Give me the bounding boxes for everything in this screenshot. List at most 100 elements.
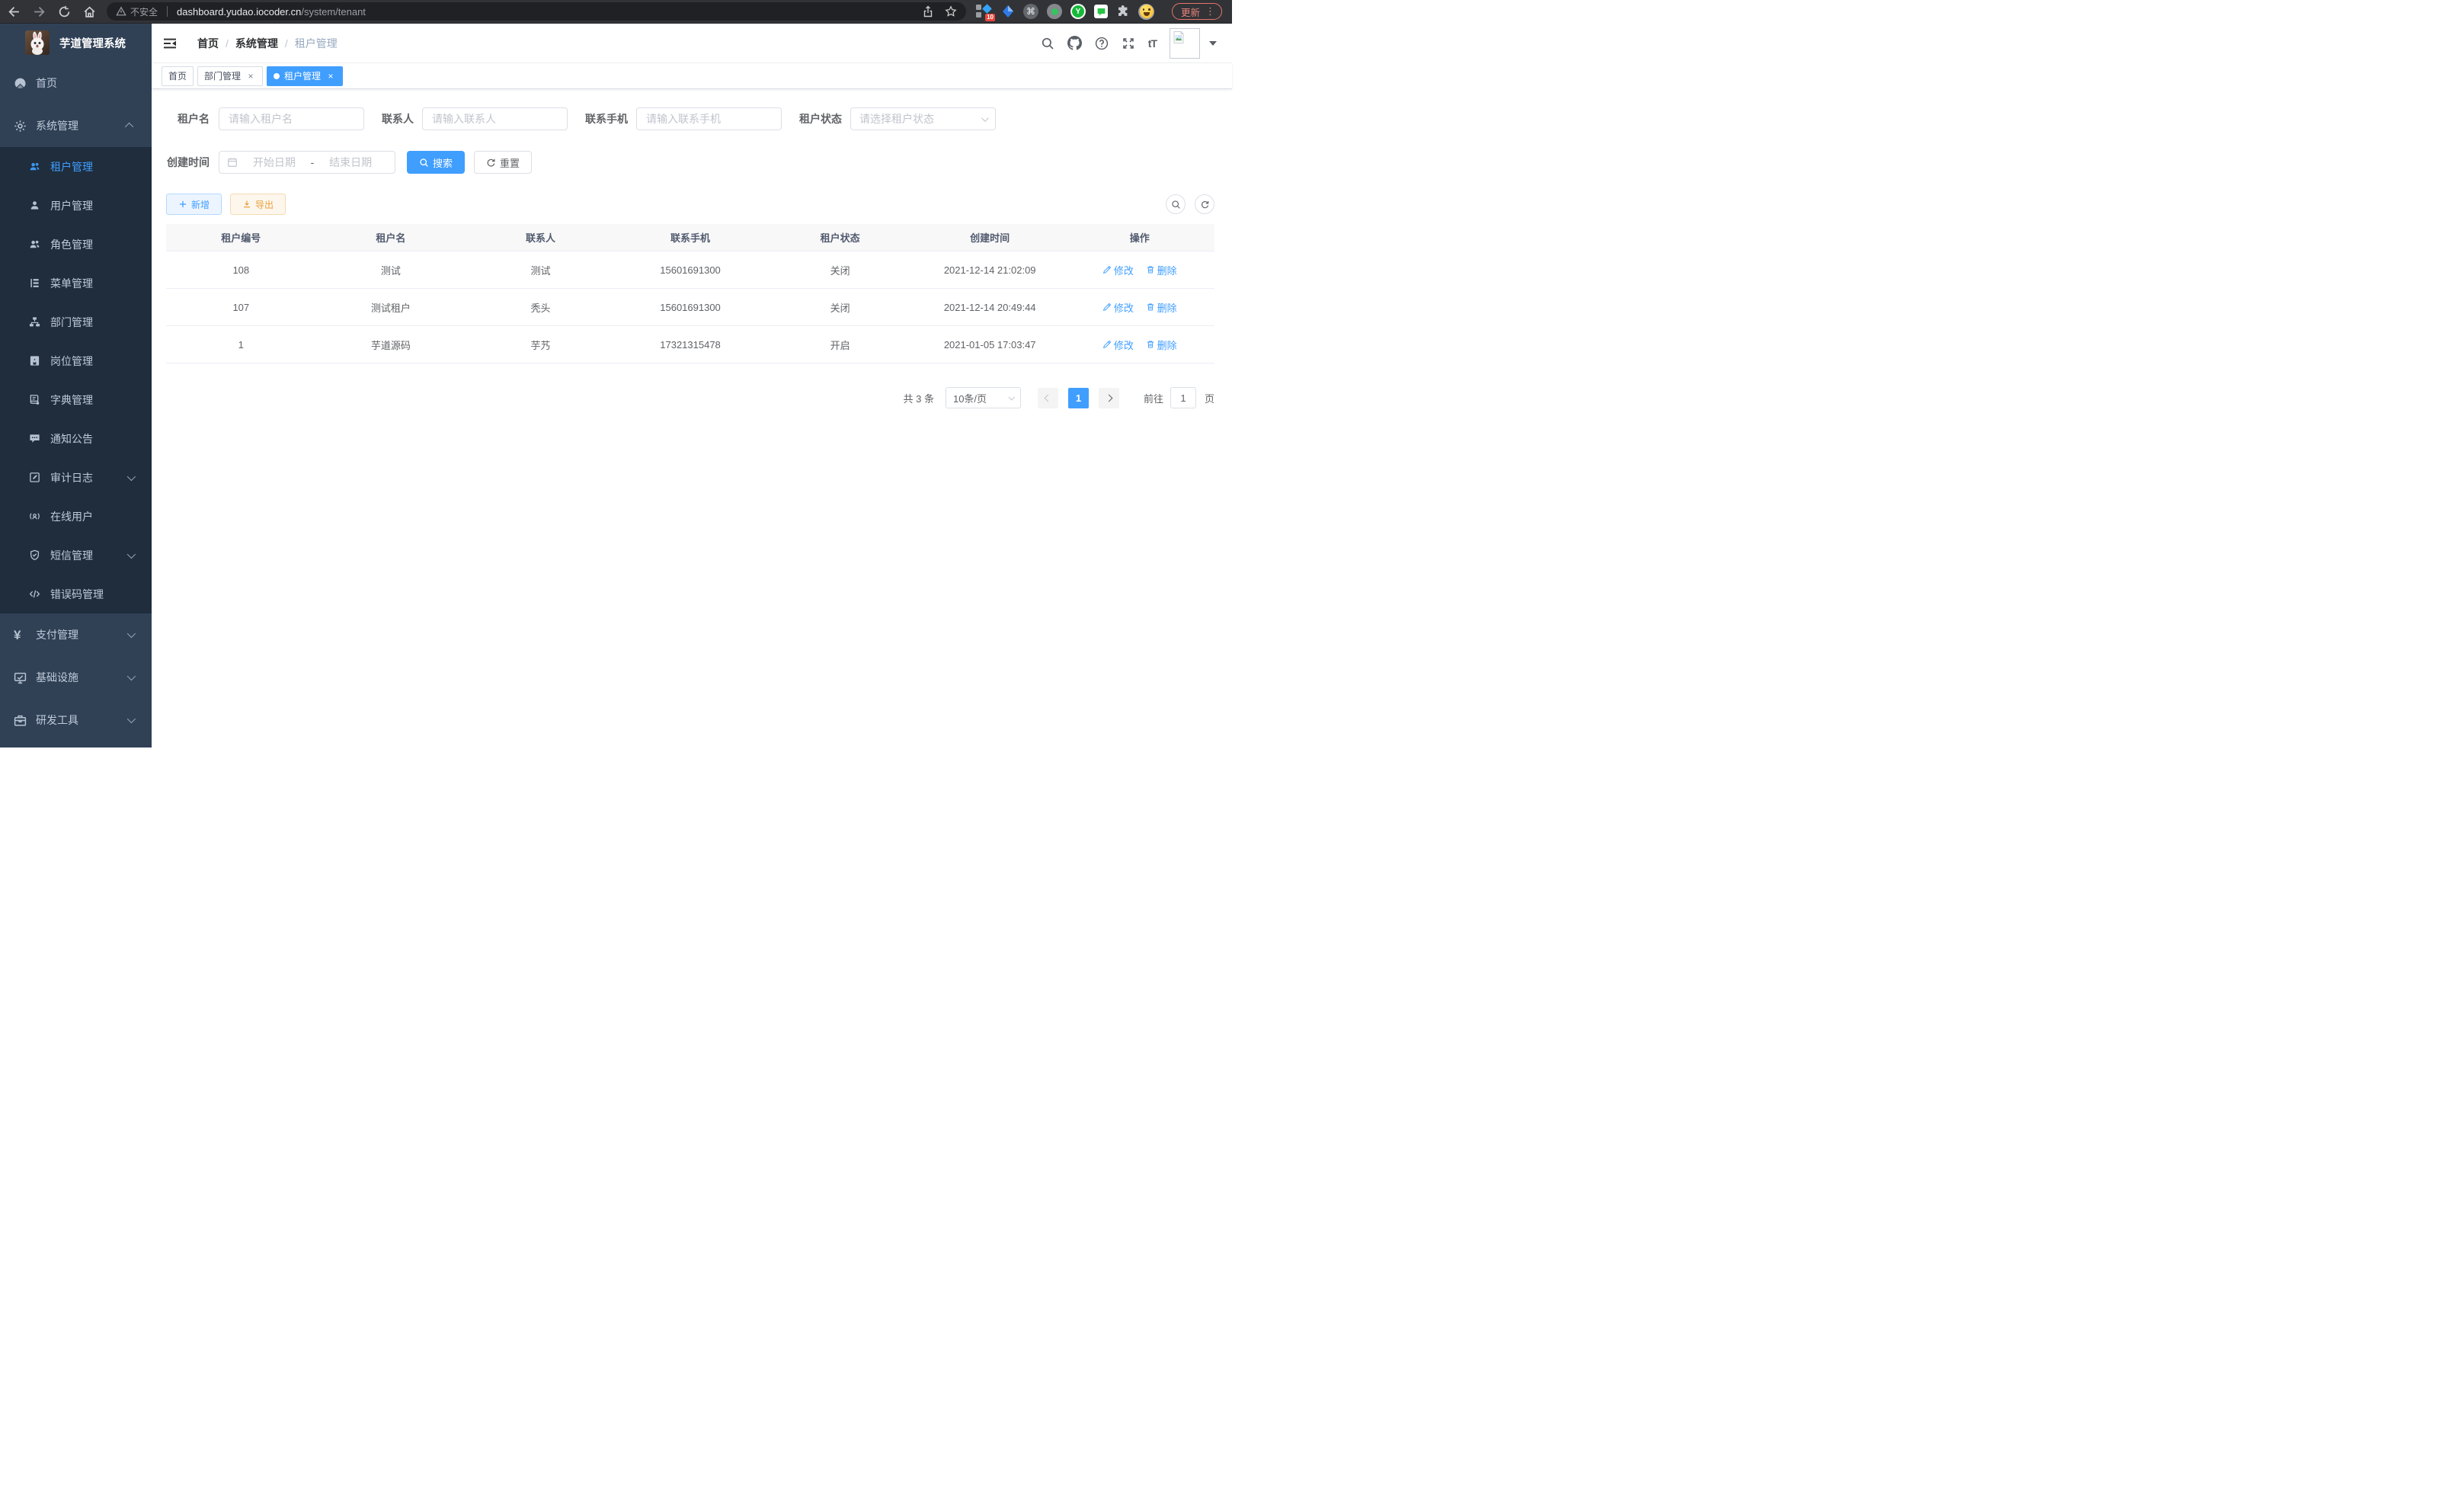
chrome-update-button[interactable]: 更新 ⋮ bbox=[1172, 3, 1222, 20]
sidebar-item-home[interactable]: 首页 bbox=[0, 62, 152, 104]
sidebar-item-post[interactable]: 岗位管理 bbox=[0, 341, 152, 380]
kite-extension-icon[interactable] bbox=[1001, 5, 1015, 18]
share-icon[interactable] bbox=[922, 5, 934, 18]
warning-icon bbox=[116, 6, 126, 17]
col-tenant-id: 租户编号 bbox=[166, 230, 316, 245]
reset-button[interactable]: 重置 bbox=[474, 151, 532, 174]
search-button[interactable]: 搜索 bbox=[407, 151, 465, 174]
sidebar-item-role[interactable]: 角色管理 bbox=[0, 225, 152, 264]
sidebar-item-label: 审计日志 bbox=[50, 470, 93, 485]
search-icon[interactable] bbox=[1041, 37, 1054, 50]
tab-dept[interactable]: 部门管理 × bbox=[197, 66, 263, 86]
puzzle-extensions-icon[interactable] bbox=[1116, 5, 1130, 18]
sidebar-item-label: 部门管理 bbox=[50, 315, 93, 330]
sidebar-item-menu[interactable]: 菜单管理 bbox=[0, 264, 152, 303]
date-range-picker[interactable]: 开始日期 - 结束日期 bbox=[219, 151, 395, 174]
edit-button[interactable]: 修改 bbox=[1102, 300, 1134, 315]
url-text[interactable]: dashboard.yudao.iocoder.cn/system/tenant bbox=[177, 6, 366, 18]
font-size-icon[interactable]: tT bbox=[1148, 37, 1157, 50]
chat-extension-icon[interactable] bbox=[1094, 5, 1108, 18]
edit-button[interactable]: 修改 bbox=[1102, 338, 1134, 352]
start-date-placeholder: 开始日期 bbox=[238, 155, 311, 170]
chevron-up-icon bbox=[125, 123, 133, 131]
help-icon[interactable] bbox=[1095, 37, 1109, 50]
page-size-select[interactable]: 10条/页 bbox=[946, 387, 1021, 408]
sidebar-item-payment[interactable]: ¥ 支付管理 bbox=[0, 613, 152, 656]
sidebar-item-dept[interactable]: 部门管理 bbox=[0, 303, 152, 341]
delete-button[interactable]: 删除 bbox=[1146, 300, 1177, 315]
tab-tenant[interactable]: 租户管理 × bbox=[267, 66, 343, 86]
tenant-name-input[interactable] bbox=[219, 107, 364, 130]
close-icon[interactable]: × bbox=[325, 71, 336, 82]
code-icon bbox=[29, 588, 40, 600]
home-icon[interactable] bbox=[83, 5, 96, 18]
sidebar-item-label: 岗位管理 bbox=[50, 354, 93, 369]
download-icon bbox=[242, 200, 251, 209]
sidebar-item-notice[interactable]: 通知公告 bbox=[0, 419, 152, 458]
contact-label: 联系人 bbox=[382, 111, 414, 126]
sidebar-item-dict[interactable]: 字典管理 bbox=[0, 380, 152, 419]
next-page-button[interactable] bbox=[1099, 388, 1119, 408]
prev-page-button[interactable] bbox=[1038, 388, 1058, 408]
avatar-dropdown-caret-icon[interactable] bbox=[1209, 41, 1217, 46]
forward-icon[interactable] bbox=[33, 5, 46, 18]
status-text: 关闭 bbox=[765, 300, 915, 315]
sidebar-item-user[interactable]: 用户管理 bbox=[0, 186, 152, 225]
sidebar-item-system[interactable]: 系统管理 bbox=[0, 104, 152, 147]
refresh-table-button[interactable] bbox=[1195, 194, 1214, 214]
breadcrumb-home[interactable]: 首页 bbox=[197, 36, 219, 51]
sidebar-item-dev-tools[interactable]: 研发工具 bbox=[0, 699, 152, 741]
tab-home[interactable]: 首页 bbox=[162, 66, 194, 86]
url-bar[interactable]: 不安全 dashboard.yudao.iocoder.cn/system/te… bbox=[107, 2, 966, 21]
app-title: 芋道管理系统 bbox=[59, 35, 126, 51]
delete-button[interactable]: 删除 bbox=[1146, 263, 1177, 277]
sidebar-item-sms[interactable]: 短信管理 bbox=[0, 536, 152, 575]
status-select[interactable]: 请选择租户状态 bbox=[850, 107, 996, 130]
total-count: 共 3 条 bbox=[904, 391, 934, 405]
message-icon bbox=[29, 433, 40, 444]
extension-badge-icon[interactable]: 10 bbox=[976, 4, 993, 19]
y-extension-icon[interactable]: Y bbox=[1070, 4, 1086, 19]
trash-icon bbox=[1146, 340, 1155, 349]
fullscreen-icon[interactable] bbox=[1122, 37, 1135, 50]
monitor-icon bbox=[14, 671, 27, 684]
breadcrumb-system[interactable]: 系统管理 bbox=[235, 36, 278, 51]
chevron-down-icon bbox=[127, 672, 136, 680]
sidebar-fold-icon[interactable] bbox=[163, 37, 177, 50]
goto-page-input[interactable] bbox=[1170, 387, 1196, 408]
toggle-search-button[interactable] bbox=[1166, 194, 1186, 214]
export-button[interactable]: 导出 bbox=[230, 194, 286, 215]
edit-pencil-icon bbox=[1102, 340, 1112, 349]
col-status: 租户状态 bbox=[765, 230, 915, 245]
current-page[interactable]: 1 bbox=[1068, 388, 1089, 408]
close-icon[interactable]: × bbox=[245, 71, 256, 82]
reload-icon[interactable] bbox=[58, 5, 71, 18]
mobile-input[interactable] bbox=[636, 107, 782, 130]
sidebar-item-audit-log[interactable]: 审计日志 bbox=[0, 458, 152, 497]
table-header: 租户编号 租户名 联系人 联系手机 租户状态 创建时间 操作 bbox=[166, 224, 1214, 251]
sidebar-item-infra[interactable]: 基础设施 bbox=[0, 656, 152, 699]
table-row: 108 测试 测试 15601691300 关闭 2021-12-14 21:0… bbox=[166, 251, 1214, 289]
add-button[interactable]: 新增 bbox=[166, 194, 222, 215]
table-row: 107 测试租户 秃头 15601691300 关闭 2021-12-14 20… bbox=[166, 289, 1214, 326]
back-icon[interactable] bbox=[8, 5, 21, 18]
avatar[interactable] bbox=[1170, 28, 1200, 59]
edit-button[interactable]: 修改 bbox=[1102, 263, 1134, 277]
profile-avatar-icon[interactable] bbox=[1138, 4, 1154, 20]
app-navbar: 首页 / 系统管理 / 租户管理 tT bbox=[152, 24, 1232, 63]
search-icon bbox=[419, 158, 429, 168]
delete-button[interactable]: 删除 bbox=[1146, 338, 1177, 352]
kebab-menu-icon[interactable]: ⋮ bbox=[1205, 5, 1215, 18]
sidebar-item-error-code[interactable]: 错误码管理 bbox=[0, 575, 152, 613]
col-contact: 联系人 bbox=[466, 230, 616, 245]
sidebar-item-online-users[interactable]: 在线用户 bbox=[0, 497, 152, 536]
contact-input[interactable] bbox=[422, 107, 568, 130]
bookmark-star-icon[interactable] bbox=[945, 5, 957, 18]
github-icon[interactable] bbox=[1067, 36, 1082, 50]
recorder-extension-icon[interactable] bbox=[1047, 4, 1062, 19]
insecure-warning[interactable]: 不安全 bbox=[116, 5, 158, 18]
command-extension-icon[interactable]: ⌘ bbox=[1023, 4, 1038, 19]
status-label: 租户状态 bbox=[799, 111, 842, 126]
sidebar-item-tenant[interactable]: 租户管理 bbox=[0, 147, 152, 186]
app-logo[interactable]: 芋道管理系统 bbox=[0, 24, 152, 62]
